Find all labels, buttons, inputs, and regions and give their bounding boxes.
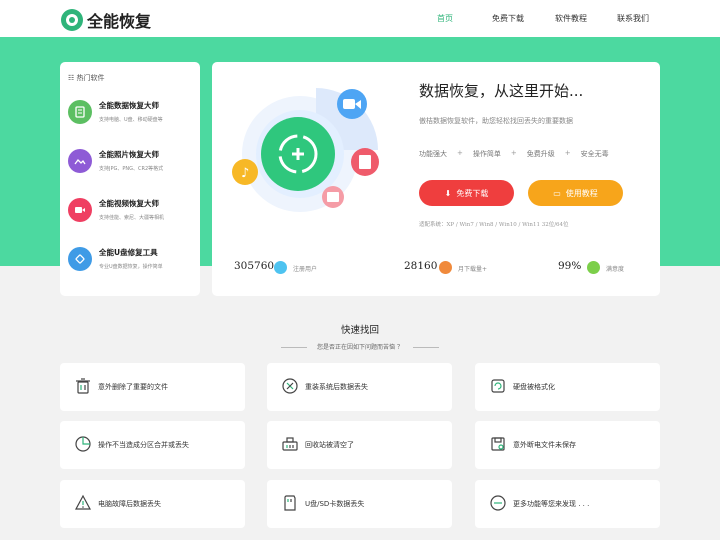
- stat-satisfaction-value: 99%: [558, 260, 582, 272]
- tile-label: 意外断电文件未保存: [513, 441, 576, 449]
- stat-downloads-label: 月下载量+: [458, 266, 488, 273]
- monitor-icon: ▭: [553, 188, 561, 198]
- hero-card: ♪ 数据恢复，从这里开始... 傲桔数据恢复软件，助您轻松找回丢失的重要数据 功…: [212, 62, 660, 296]
- stat-users-label: 注册用户: [293, 266, 318, 273]
- thumbs-up-icon: [587, 261, 600, 274]
- sidebar-item-name: 全能数据恢复大师: [99, 101, 159, 110]
- sidebar-item-video-recovery[interactable]: 全能视频恢复大师 支持佳能、索尼、大疆等相机: [68, 196, 196, 236]
- svg-text:♪: ♪: [241, 166, 249, 181]
- tile-reinstall-loss[interactable]: 重装系统后数据丢失: [267, 363, 452, 411]
- document-icon: [68, 100, 92, 124]
- photo-icon: [68, 149, 92, 173]
- grid-icon: ☷: [68, 74, 77, 82]
- stat-downloads-value: 28160: [404, 260, 438, 272]
- sidebar-item-name: 全能照片恢复大师: [99, 150, 159, 159]
- download-icon: ⬇: [444, 188, 452, 198]
- sidebar-item-usb-repair[interactable]: 全能U盘修复工具 专业U盘数据恢复，操作简单: [68, 245, 196, 285]
- feature-separator: +: [564, 149, 571, 157]
- video-camera-icon: [68, 198, 92, 222]
- hot-software-title: ☷ 热门软件: [68, 74, 105, 82]
- usb-icon: [68, 247, 92, 271]
- sidebar-item-name: 全能视频恢复大师: [99, 199, 159, 208]
- reinstall-icon: [282, 378, 298, 394]
- feature-item: 安全无毒: [580, 150, 609, 158]
- feature-item: 免费升级: [526, 150, 555, 158]
- recycle-bin-icon: [282, 437, 298, 451]
- tile-label: U盘/SD卡数据丢失: [305, 500, 365, 508]
- tile-power-outage[interactable]: 意外断电文件未保存: [475, 421, 660, 469]
- supported-systems: 适配系统：XP / Win7 / Win8 / Win10 / Win11 32…: [419, 222, 569, 228]
- sidebar-item-desc: 支持佳能、索尼、大疆等相机: [99, 215, 165, 221]
- sidebar-item-desc: 支持JPG、PNG、CR2等格式: [99, 166, 164, 172]
- nav-download[interactable]: 免费下载: [492, 13, 524, 24]
- tile-label: 硬盘被格式化: [513, 383, 555, 391]
- tile-partition-loss[interactable]: 操作不当造成分区合并或丢失: [60, 421, 245, 469]
- tile-more-features[interactable]: 更多功能等您来发现 . . .: [475, 480, 660, 528]
- sd-card-icon: [284, 495, 296, 511]
- tile-recycle-bin[interactable]: 回收站被清空了: [267, 421, 452, 469]
- tutorial-button[interactable]: ▭ 使用教程: [528, 180, 623, 206]
- user-icon: [274, 261, 287, 274]
- nav-tutorial[interactable]: 软件教程: [555, 13, 587, 24]
- warning-icon: [74, 494, 92, 510]
- tile-disk-formatted[interactable]: 硬盘被格式化: [475, 363, 660, 411]
- feature-item: 操作简单: [472, 150, 501, 158]
- tile-usb-sd-loss[interactable]: U盘/SD卡数据丢失: [267, 480, 452, 528]
- hero-title: 数据恢复，从这里开始...: [419, 82, 584, 100]
- top-header: 全能恢复 首页 免费下载 软件教程 联系我们: [0, 0, 720, 37]
- feature-separator: +: [510, 149, 517, 157]
- sidebar-item-name: 全能U盘修复工具: [99, 248, 158, 257]
- nav-home[interactable]: 首页: [437, 13, 453, 24]
- tile-label: 更多功能等您来发现 . . .: [513, 500, 590, 508]
- feature-separator: +: [457, 149, 463, 157]
- sidebar-item-data-recovery[interactable]: 全能数据恢复大师 支持电脑、U盘、移动硬盘等: [68, 98, 196, 138]
- feature-item: 功能强大: [419, 150, 447, 158]
- download-count-icon: [439, 261, 452, 274]
- stat-satisfaction-label: 满意度: [606, 266, 625, 273]
- quick-recovery-title: 快速找回: [340, 325, 379, 336]
- main-nav: 首页 免费下载 软件教程 联系我们: [0, 13, 720, 25]
- partition-icon: [75, 436, 91, 452]
- format-icon: [491, 379, 505, 393]
- trash-icon: [76, 378, 90, 394]
- tile-label: 回收站被清空了: [305, 441, 354, 449]
- nav-contact[interactable]: 联系我们: [617, 13, 649, 24]
- tile-deleted-files[interactable]: 意外删除了重要的文件: [60, 363, 245, 411]
- hero-subtitle: 傲桔数据恢复软件，助您轻松找回丢失的重要数据: [419, 117, 573, 125]
- download-button[interactable]: ⬇ 免费下载: [419, 180, 514, 206]
- feature-list: 功能强大 + 操作简单 + 免费升级 + 安全无毒: [419, 149, 619, 159]
- stat-users-value: 305760: [234, 260, 275, 272]
- hot-software-panel: ☷ 热门软件 全能数据恢复大师 支持电脑、U盘、移动硬盘等 全能照片恢复大师 支…: [60, 62, 200, 296]
- save-icon: [491, 437, 505, 451]
- sidebar-item-photo-recovery[interactable]: 全能照片恢复大师 支持JPG、PNG、CR2等格式: [68, 147, 196, 187]
- tile-label: 意外删除了重要的文件: [98, 383, 168, 391]
- tile-label: 重装系统后数据丢失: [305, 383, 368, 391]
- more-icon: [490, 495, 506, 511]
- recovery-illustration: ♪: [232, 88, 379, 212]
- sidebar-item-desc: 支持电脑、U盘、移动硬盘等: [99, 117, 163, 123]
- tile-computer-failure[interactable]: 电脑故障后数据丢失: [60, 480, 245, 528]
- stats-row: 305760 注册用户 28160 月下载量+ 99% 满意度: [212, 254, 660, 284]
- tile-label: 电脑故障后数据丢失: [98, 500, 161, 508]
- quick-recovery-subtitle: 您是否正在因如下问题而苦恼 ？: [0, 342, 720, 351]
- sidebar-item-desc: 专业U盘数据恢复，操作简单: [99, 264, 163, 270]
- tile-label: 操作不当造成分区合并或丢失: [98, 441, 189, 449]
